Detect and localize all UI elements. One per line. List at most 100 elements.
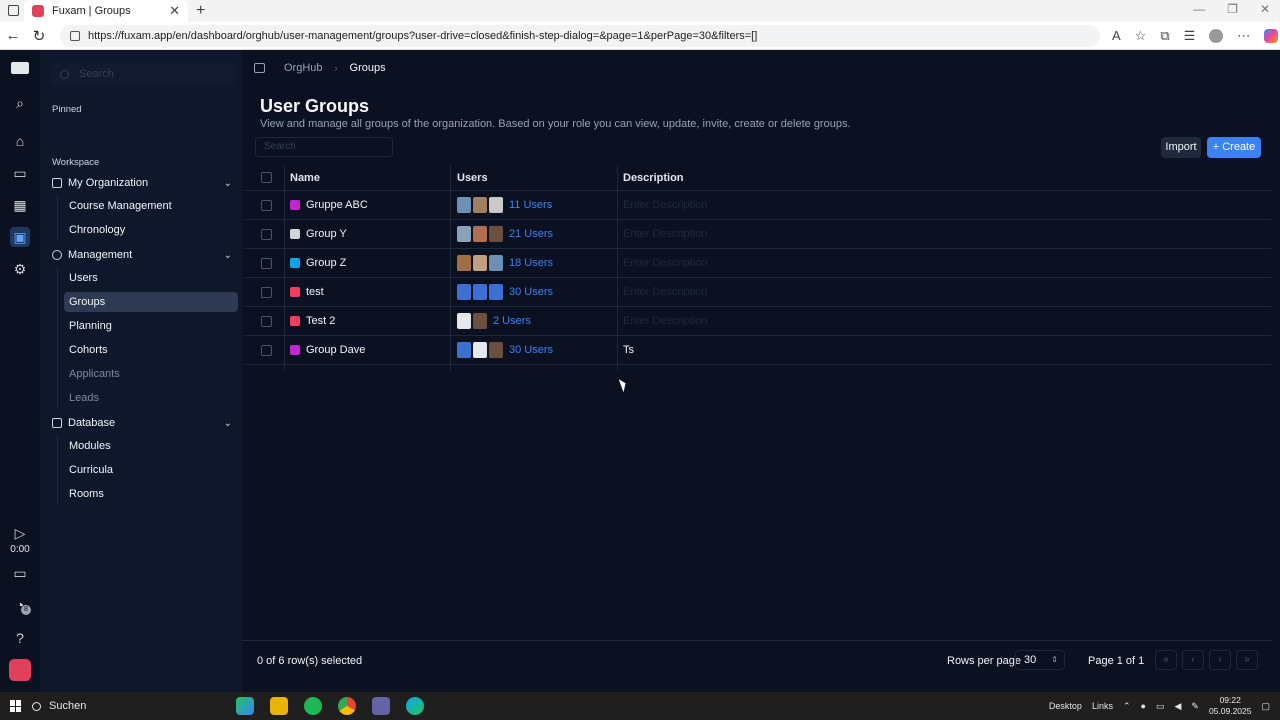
- profile-avatar[interactable]: [1209, 28, 1224, 43]
- header-name[interactable]: Name: [290, 172, 320, 184]
- chevron-down-icon[interactable]: ⌄: [224, 178, 232, 189]
- windows-start-icon[interactable]: [10, 700, 22, 712]
- row-checkbox[interactable]: [261, 199, 272, 211]
- microphone-icon[interactable]: ●: [1141, 701, 1146, 711]
- description-field[interactable]: Enter Description: [623, 199, 707, 211]
- user-app-avatar[interactable]: [9, 659, 31, 681]
- table-row[interactable]: test 30 Users Enter Description: [245, 278, 1271, 307]
- widgets-icon[interactable]: [236, 697, 254, 715]
- table-row[interactable]: Group Dave 30 Users Ts: [245, 336, 1271, 365]
- description-field[interactable]: Ts: [623, 344, 634, 356]
- table-row[interactable]: Gruppe ABC 11 Users Enter Description: [245, 191, 1271, 220]
- more-menu-icon[interactable]: ⋯: [1237, 28, 1250, 44]
- row-checkbox[interactable]: [261, 315, 272, 327]
- table-row[interactable]: Group Z 18 Users Enter Description: [245, 249, 1271, 278]
- search-icon[interactable]: ⌕: [10, 93, 30, 113]
- read-aloud-icon[interactable]: A: [1112, 28, 1121, 43]
- chevron-up-icon[interactable]: ⌃: [1123, 701, 1131, 712]
- favorites-icon[interactable]: ☰: [1184, 28, 1196, 44]
- users-count-link[interactable]: 11 Users: [509, 199, 552, 211]
- close-window-icon[interactable]: ✕: [1260, 2, 1270, 16]
- rows-per-page-select[interactable]: 30 ⇕: [1015, 650, 1065, 670]
- users-cell[interactable]: 18 Users: [457, 255, 553, 271]
- first-page-button[interactable]: «: [1155, 650, 1177, 670]
- sidebar-search-input[interactable]: Search: [50, 62, 236, 86]
- users-count-link[interactable]: 2 Users: [493, 315, 531, 327]
- links-toolbar[interactable]: Links: [1092, 701, 1113, 711]
- sidebar-item-leads[interactable]: Leads: [64, 388, 238, 408]
- row-checkbox[interactable]: [261, 228, 272, 240]
- users-cell[interactable]: 11 Users: [457, 197, 552, 213]
- sidebar-item-rooms[interactable]: Rooms: [64, 484, 238, 504]
- teams-icon[interactable]: [372, 697, 390, 715]
- sidebar-item-curricula[interactable]: Curricula: [64, 460, 238, 480]
- chrome-icon[interactable]: [338, 697, 356, 715]
- edge-icon[interactable]: [406, 697, 424, 715]
- last-page-button[interactable]: »: [1236, 650, 1258, 670]
- header-users[interactable]: Users: [457, 172, 488, 184]
- sidebar-group-management[interactable]: Management ⌄: [52, 246, 232, 264]
- help-chat-icon[interactable]: ?: [10, 628, 30, 648]
- description-field[interactable]: Enter Description: [623, 286, 707, 298]
- users-cell[interactable]: 30 Users: [457, 284, 553, 300]
- settings-gear-icon[interactable]: ⚙: [10, 259, 30, 279]
- users-count-link[interactable]: 30 Users: [509, 286, 553, 298]
- row-checkbox[interactable]: [261, 344, 272, 356]
- play-icon[interactable]: ▷: [10, 523, 30, 543]
- chevron-down-icon[interactable]: ⌄: [224, 250, 232, 261]
- group-name-cell[interactable]: Group Dave: [290, 344, 365, 356]
- back-icon[interactable]: ←: [0, 27, 26, 44]
- description-field[interactable]: Enter Description: [623, 257, 707, 269]
- desktop-toolbar[interactable]: Desktop: [1049, 701, 1082, 711]
- minimize-icon[interactable]: —: [1193, 2, 1205, 16]
- sidebar-item-course-management[interactable]: Course Management: [64, 196, 238, 216]
- users-count-link[interactable]: 21 Users: [509, 228, 553, 240]
- sidebar-item-cohorts[interactable]: Cohorts: [64, 340, 238, 360]
- reload-icon[interactable]: ↻: [26, 27, 52, 45]
- row-checkbox[interactable]: [261, 257, 272, 269]
- select-all-checkbox[interactable]: [261, 172, 272, 183]
- group-name-cell[interactable]: Group Z: [290, 257, 346, 269]
- sidebar-item-applicants[interactable]: Applicants: [64, 364, 238, 384]
- folder-icon[interactable]: ▭: [10, 563, 30, 583]
- url-field[interactable]: https://fuxam.app/en/dashboard/orghub/us…: [60, 24, 1100, 47]
- sidebar-group-my-organization[interactable]: My Organization ⌄: [52, 174, 232, 192]
- site-info-icon[interactable]: [70, 30, 80, 41]
- header-description[interactable]: Description: [623, 172, 684, 184]
- calendar-icon[interactable]: ▦: [10, 195, 30, 215]
- group-name-cell[interactable]: Group Y: [290, 228, 347, 240]
- file-explorer-icon[interactable]: [270, 697, 288, 715]
- users-count-link[interactable]: 18 Users: [509, 257, 553, 269]
- spotify-icon[interactable]: [304, 697, 322, 715]
- sidebar-item-groups[interactable]: Groups: [64, 292, 238, 312]
- tab-actions-icon[interactable]: [8, 5, 19, 16]
- group-name-cell[interactable]: test: [290, 286, 324, 298]
- sidebar-item-modules[interactable]: Modules: [64, 436, 238, 456]
- users-count-link[interactable]: 30 Users: [509, 344, 553, 356]
- table-row[interactable]: Group Y 21 Users Enter Description: [245, 220, 1271, 249]
- extensions-icon[interactable]: ⧉: [1160, 28, 1169, 44]
- pen-icon[interactable]: ✎: [1191, 701, 1199, 712]
- app-logo-icon[interactable]: [11, 62, 29, 74]
- browser-tab[interactable]: Fuxam | Groups ✕: [24, 0, 188, 22]
- sidebar-toggle-icon[interactable]: [254, 63, 265, 73]
- sidebar-item-chronology[interactable]: Chronology: [64, 220, 238, 240]
- breadcrumb-orghub[interactable]: OrgHub: [284, 62, 323, 74]
- maximize-icon[interactable]: ❐: [1227, 2, 1238, 16]
- chat-icon[interactable]: ▭: [10, 163, 30, 183]
- favorite-star-icon[interactable]: ☆: [1135, 28, 1147, 44]
- group-name-cell[interactable]: Gruppe ABC: [290, 199, 368, 211]
- orghub-building-icon[interactable]: ▣: [10, 227, 30, 247]
- description-field[interactable]: Enter Description: [623, 228, 707, 240]
- sidebar-item-users[interactable]: Users: [64, 268, 238, 288]
- users-cell[interactable]: 21 Users: [457, 226, 553, 242]
- users-cell[interactable]: 30 Users: [457, 342, 553, 358]
- row-checkbox[interactable]: [261, 286, 272, 298]
- copilot-icon[interactable]: [1264, 28, 1279, 43]
- table-search-input[interactable]: Search: [255, 137, 393, 157]
- users-cell[interactable]: 2 Users: [457, 313, 531, 329]
- home-icon[interactable]: ⌂: [10, 131, 30, 151]
- sidebar-group-database[interactable]: Database ⌄: [52, 414, 232, 432]
- sidebar-item-planning[interactable]: Planning: [64, 316, 238, 336]
- close-tab-icon[interactable]: ✕: [169, 3, 180, 19]
